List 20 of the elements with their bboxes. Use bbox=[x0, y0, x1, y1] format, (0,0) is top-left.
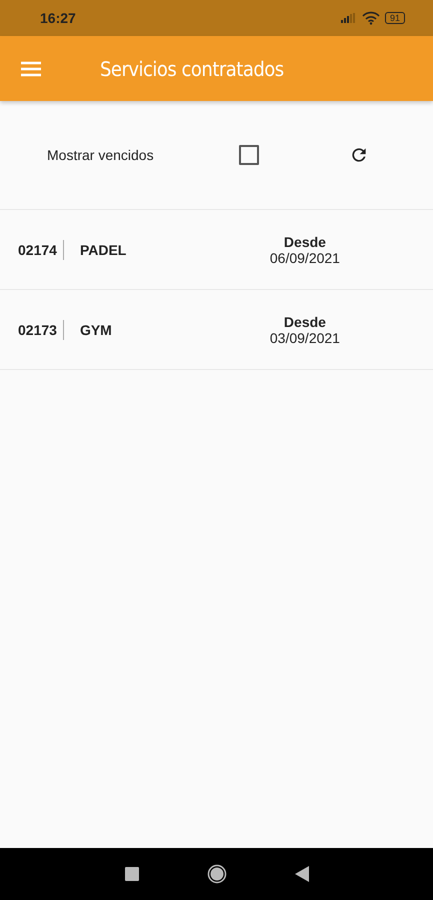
since-label: Desde bbox=[284, 234, 326, 250]
service-row[interactable]: 02174 PADEL Desde 06/09/2021 bbox=[0, 210, 433, 290]
service-name: PADEL bbox=[80, 242, 128, 258]
since-date: 03/09/2021 bbox=[270, 330, 340, 346]
service-row[interactable]: 02173 GYM Desde 03/09/2021 bbox=[0, 290, 433, 370]
service-name: GYM bbox=[80, 322, 113, 338]
back-button[interactable] bbox=[294, 866, 308, 882]
recents-button[interactable] bbox=[124, 867, 138, 881]
home-button[interactable] bbox=[206, 864, 226, 884]
screen-title: Servicios contratados bbox=[100, 56, 284, 80]
since-date: 06/09/2021 bbox=[270, 250, 340, 266]
battery-indicator: 91 bbox=[384, 12, 405, 24]
clock-time: 16:27 bbox=[40, 10, 76, 26]
service-code: 02173 bbox=[18, 320, 64, 340]
filter-label: Mostrar vencidos bbox=[47, 147, 155, 163]
since-label: Desde bbox=[284, 314, 326, 330]
service-code: 02174 bbox=[18, 240, 64, 260]
show-expired-checkbox[interactable] bbox=[239, 145, 259, 165]
signal-icon bbox=[340, 13, 357, 23]
wifi-icon bbox=[362, 11, 380, 25]
